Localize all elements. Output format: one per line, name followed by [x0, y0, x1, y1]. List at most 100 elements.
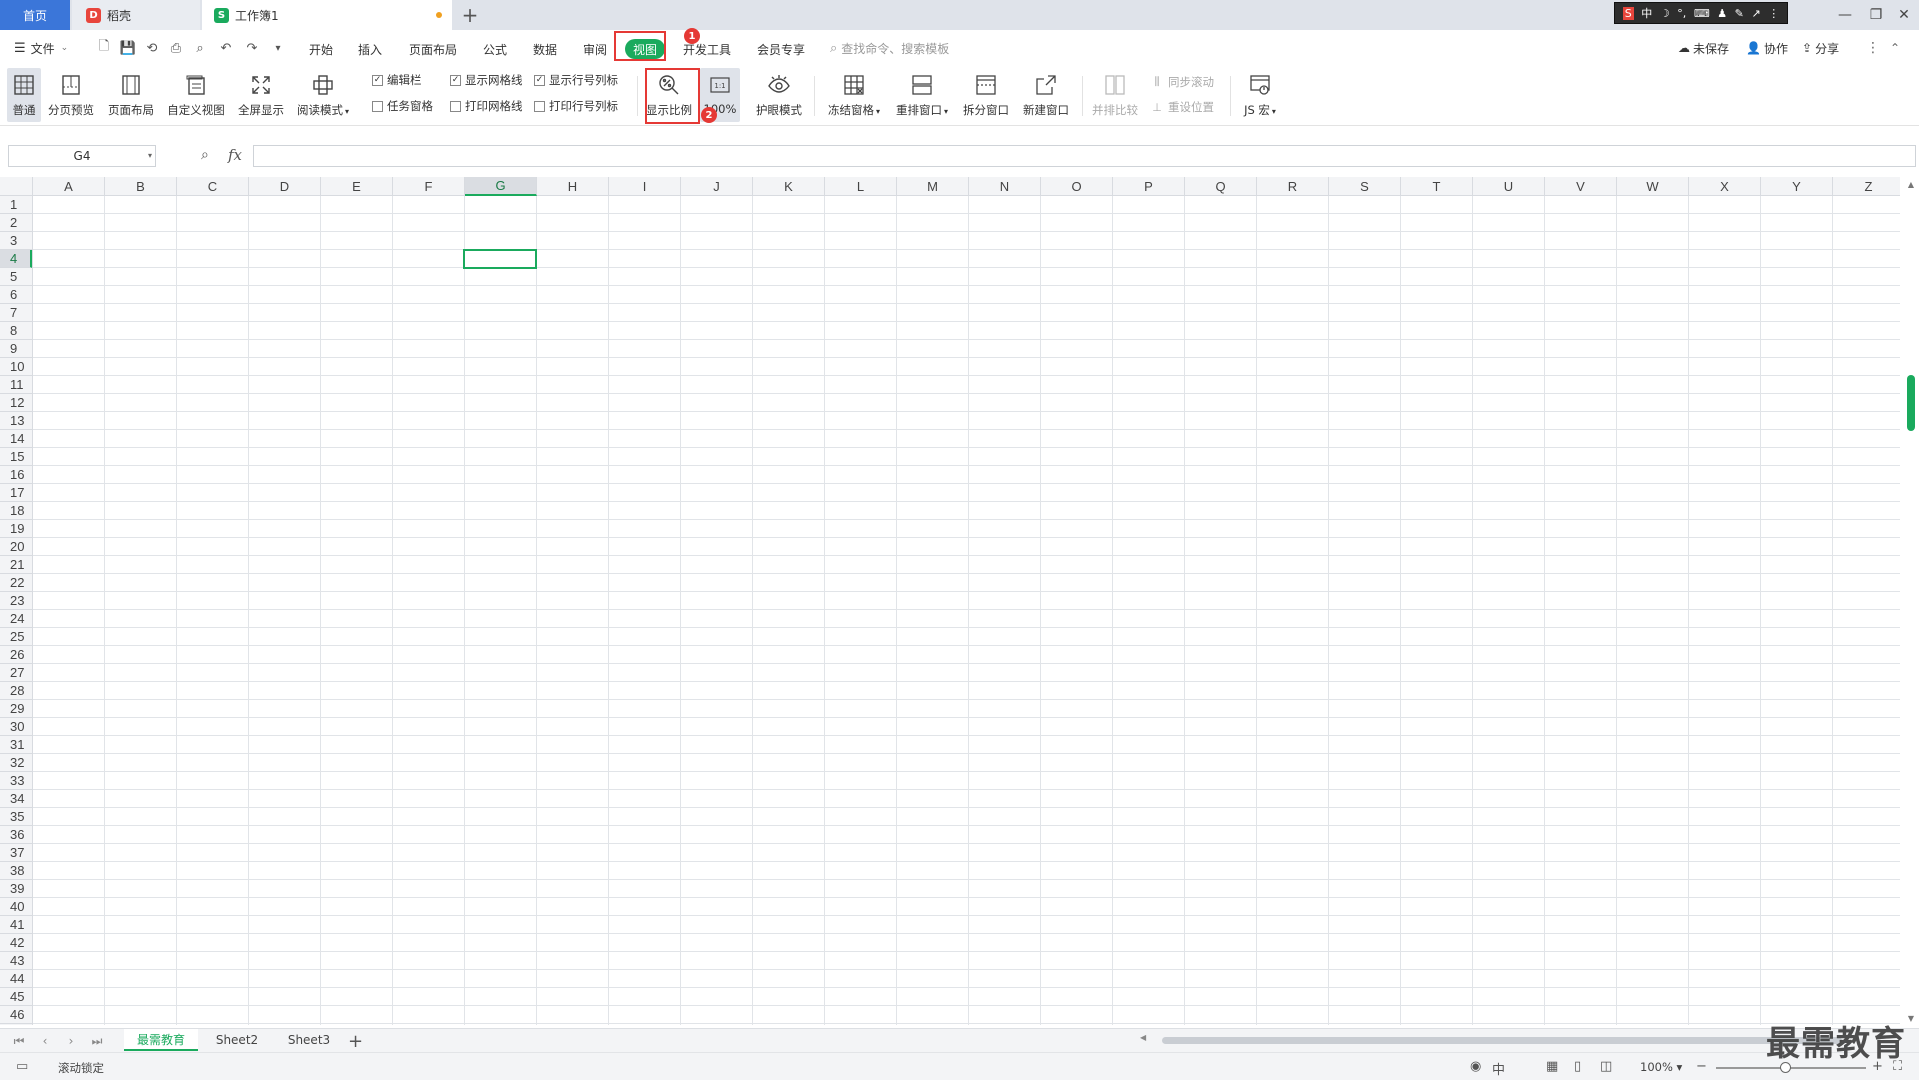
scroll-left-icon[interactable]: ◀: [1140, 1033, 1146, 1042]
eye-protection-button[interactable]: 护眼模式: [752, 68, 806, 122]
column-header-z[interactable]: Z: [1833, 177, 1900, 196]
row-header-10[interactable]: 10: [0, 358, 32, 376]
row-header-25[interactable]: 25: [0, 628, 32, 646]
column-header-e[interactable]: E: [321, 177, 393, 196]
new-tab-button[interactable]: +: [458, 3, 482, 27]
row-header-17[interactable]: 17: [0, 484, 32, 502]
row-header-34[interactable]: 34: [0, 790, 32, 808]
js-macro-button[interactable]: JS 宏 ▾: [1236, 68, 1284, 122]
row-header-6[interactable]: 6: [0, 286, 32, 304]
tab-data[interactable]: 数据: [532, 39, 558, 59]
last-sheet-icon[interactable]: ⏭: [90, 1033, 104, 1049]
column-header-n[interactable]: N: [969, 177, 1041, 196]
row-header-15[interactable]: 15: [0, 448, 32, 466]
column-header-f[interactable]: F: [393, 177, 465, 196]
column-header-a[interactable]: A: [33, 177, 105, 196]
row-header-20[interactable]: 20: [0, 538, 32, 556]
tab-formulas[interactable]: 公式: [482, 39, 508, 59]
column-header-u[interactable]: U: [1473, 177, 1545, 196]
column-header-w[interactable]: W: [1617, 177, 1689, 196]
collaborate-button[interactable]: 👤 协作: [1746, 39, 1788, 57]
format-painter-icon[interactable]: ⟲: [144, 40, 160, 56]
row-header-5[interactable]: 5: [0, 268, 32, 286]
row-header-39[interactable]: 39: [0, 880, 32, 898]
freeze-panes-button[interactable]: 冻结窗格 ▾: [822, 68, 886, 122]
undo-icon[interactable]: ↶: [218, 40, 234, 56]
name-box[interactable]: G4 ▾: [8, 145, 156, 167]
row-header-28[interactable]: 28: [0, 682, 32, 700]
share-button[interactable]: ⇪ 分享: [1802, 39, 1839, 57]
collapse-ribbon-icon[interactable]: ⌃: [1890, 39, 1900, 57]
row-header-36[interactable]: 36: [0, 826, 32, 844]
row-header-43[interactable]: 43: [0, 952, 32, 970]
row-header-35[interactable]: 35: [0, 808, 32, 826]
more-icon[interactable]: ⋮: [1866, 39, 1880, 57]
task-pane-checkbox[interactable]: 任务窗格: [372, 98, 433, 114]
add-sheet-button[interactable]: +: [348, 1031, 363, 1052]
tab-docer[interactable]: D 稻壳: [72, 0, 200, 30]
row-header-7[interactable]: 7: [0, 304, 32, 322]
ime-chinese-icon[interactable]: 中: [1641, 5, 1652, 21]
tab-review[interactable]: 审阅: [582, 39, 608, 59]
column-header-q[interactable]: Q: [1185, 177, 1257, 196]
tab-page-layout[interactable]: 页面布局: [408, 39, 458, 59]
zoom-search-icon[interactable]: ⌕: [201, 147, 209, 163]
active-cell-g4[interactable]: [463, 249, 537, 269]
column-header-g[interactable]: G: [465, 177, 537, 196]
tab-home[interactable]: 首页: [0, 0, 70, 30]
row-header-37[interactable]: 37: [0, 844, 32, 862]
column-header-r[interactable]: R: [1257, 177, 1329, 196]
ime-moon-icon[interactable]: ☽: [1660, 7, 1670, 20]
row-header-33[interactable]: 33: [0, 772, 32, 790]
page-break-preview-button[interactable]: 分页预览: [46, 68, 96, 122]
split-window-button[interactable]: 拆分窗口: [958, 68, 1014, 122]
zoom-slider[interactable]: [1716, 1067, 1866, 1069]
normal-view-status-icon[interactable]: ▦: [1546, 1059, 1558, 1074]
new-window-button[interactable]: 新建窗口: [1018, 68, 1074, 122]
next-sheet-icon[interactable]: ›: [64, 1033, 78, 1049]
row-header-31[interactable]: 31: [0, 736, 32, 754]
ime-punct-icon[interactable]: °,: [1677, 7, 1686, 20]
row-header-30[interactable]: 30: [0, 718, 32, 736]
ime-skin-icon[interactable]: ♟: [1717, 7, 1727, 20]
ime-share-icon[interactable]: ↗: [1751, 7, 1760, 20]
row-header-4[interactable]: 4: [0, 250, 32, 268]
command-search[interactable]: ⌕ 查找命令、搜索模板: [830, 38, 1030, 58]
show-gridlines-checkbox[interactable]: ✓ 显示网格线: [450, 72, 523, 88]
row-header-38[interactable]: 38: [0, 862, 32, 880]
custom-view-button[interactable]: 自定义视图: [164, 68, 228, 122]
row-header-46[interactable]: 46: [0, 1006, 32, 1024]
sheet-tab-2[interactable]: Sheet2: [204, 1029, 270, 1051]
ime-keyboard-icon[interactable]: ⌨: [1694, 7, 1710, 20]
column-header-c[interactable]: C: [177, 177, 249, 196]
unsaved-status[interactable]: ☁ 未保存: [1678, 39, 1729, 57]
row-header-42[interactable]: 42: [0, 934, 32, 952]
row-header-21[interactable]: 21: [0, 556, 32, 574]
vertical-scroll-thumb[interactable]: [1907, 375, 1915, 431]
row-header-23[interactable]: 23: [0, 592, 32, 610]
minimize-button[interactable]: —: [1830, 4, 1860, 26]
tab-insert[interactable]: 插入: [357, 39, 383, 59]
column-header-s[interactable]: S: [1329, 177, 1401, 196]
column-header-j[interactable]: J: [681, 177, 753, 196]
ime-tool-icon[interactable]: ✎: [1735, 7, 1744, 20]
eye-protection-toggle-icon[interactable]: ◉: [1470, 1059, 1481, 1074]
row-header-16[interactable]: 16: [0, 466, 32, 484]
row-header-32[interactable]: 32: [0, 754, 32, 772]
row-header-18[interactable]: 18: [0, 502, 32, 520]
print-gridlines-checkbox[interactable]: 打印网格线: [450, 98, 523, 114]
print-headers-checkbox[interactable]: 打印行号列标: [534, 98, 618, 114]
row-header-22[interactable]: 22: [0, 574, 32, 592]
save-icon[interactable]: 💾: [120, 40, 136, 56]
column-header-t[interactable]: T: [1401, 177, 1473, 196]
column-header-p[interactable]: P: [1113, 177, 1185, 196]
new-file-icon[interactable]: 🗋: [96, 39, 112, 56]
page-layout-status-icon[interactable]: ▯: [1574, 1059, 1581, 1074]
redo-icon[interactable]: ↷: [244, 40, 260, 56]
row-header-1[interactable]: 1: [0, 196, 32, 214]
column-header-m[interactable]: M: [897, 177, 969, 196]
row-header-2[interactable]: 2: [0, 214, 32, 232]
zoom-level[interactable]: 100% ▾: [1640, 1060, 1682, 1074]
row-header-14[interactable]: 14: [0, 430, 32, 448]
macro-record-icon[interactable]: ▭: [16, 1059, 28, 1074]
